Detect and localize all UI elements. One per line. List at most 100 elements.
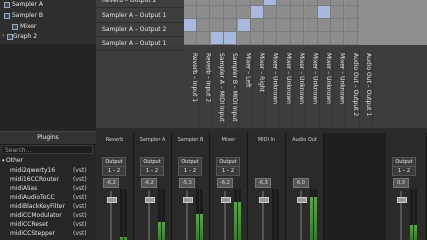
plugin-type: (vst): [73, 194, 87, 201]
tree-item-mixer[interactable]: Mixer: [12, 23, 36, 30]
plugin-item[interactable]: midi16CCRouter (vst): [0, 176, 96, 184]
channel-selector[interactable]: 1 – 2: [102, 166, 126, 176]
matrix-cell[interactable]: [304, 6, 318, 19]
tree-item-sampler-b[interactable]: Sampler B: [4, 12, 43, 19]
volume-fader[interactable]: [259, 191, 269, 240]
collapse-arrow-icon[interactable]: ▾: [2, 157, 5, 165]
matrix-cell[interactable]: [318, 32, 331, 45]
volume-fader[interactable]: [297, 191, 307, 240]
matrix-cell[interactable]: [251, 19, 264, 32]
fader-knob[interactable]: [183, 197, 193, 203]
fader-knob[interactable]: [397, 197, 407, 203]
plugin-item[interactable]: midiBlackKeyFilter (vst): [0, 203, 96, 211]
volume-fader[interactable]: [221, 191, 231, 240]
matrix-cell[interactable]: [264, 6, 278, 19]
matrix-cell[interactable]: [277, 32, 291, 45]
volume-fader[interactable]: [145, 191, 155, 240]
matrix-row-label: Sampler A – Output 1: [96, 37, 184, 51]
plugin-item[interactable]: midiCCReset (vst): [0, 221, 96, 229]
matrix-cell[interactable]: [184, 6, 197, 19]
level-meter: [120, 189, 123, 240]
matrix-cell[interactable]: [184, 32, 197, 45]
expand-arrow-icon[interactable]: ›: [2, 32, 4, 39]
matrix-cell[interactable]: [318, 6, 331, 19]
matrix-cell[interactable]: [331, 6, 345, 19]
matrix-cell[interactable]: [304, 32, 318, 45]
gain-value[interactable]: -5.3: [179, 178, 195, 188]
matrix-cell[interactable]: [237, 6, 251, 19]
channel-selector[interactable]: 1 – 2: [178, 166, 202, 176]
matrix-cell[interactable]: [264, 32, 278, 45]
matrix-cell[interactable]: [318, 19, 331, 32]
matrix-cell[interactable]: [251, 32, 264, 45]
matrix-cell[interactable]: [197, 32, 211, 45]
volume-fader[interactable]: [107, 191, 117, 240]
plugin-item[interactable]: midiCCModulator (vst): [0, 212, 96, 220]
matrix-cell[interactable]: [197, 19, 211, 32]
channel-selector[interactable]: 1 – 2: [392, 166, 416, 176]
matrix-cell[interactable]: [331, 19, 345, 32]
matrix-cell[interactable]: [291, 19, 305, 32]
plugin-name: midiCCModulator: [10, 212, 62, 219]
matrix-cell[interactable]: [210, 6, 224, 19]
plugin-item[interactable]: midi2qwerty16 (vst): [0, 167, 96, 175]
matrix-cell[interactable]: [291, 32, 305, 45]
plugin-item[interactable]: midiAlias (vst): [0, 185, 96, 193]
fader-knob[interactable]: [297, 197, 307, 203]
matrix-cell[interactable]: [237, 19, 251, 32]
matrix-cell[interactable]: [331, 32, 345, 45]
level-meter-fill: [310, 197, 313, 240]
category-label: Other: [6, 157, 24, 164]
matrix-cell[interactable]: [197, 6, 211, 19]
level-meter-fill: [414, 225, 417, 240]
gain-value[interactable]: -6.2: [217, 178, 233, 188]
plugin-list: ▾ Other midi2qwerty16 (vst) midi16CCRoute…: [0, 157, 96, 240]
matrix-cell[interactable]: [224, 32, 238, 45]
matrix-cell[interactable]: [304, 19, 318, 32]
channel-selector[interactable]: 1 – 2: [140, 166, 164, 176]
channel-selector[interactable]: 1 – 2: [216, 166, 240, 176]
matrix-cell[interactable]: [237, 32, 251, 45]
level-meter: [272, 189, 275, 240]
strip-name: Mixer: [221, 137, 236, 143]
matrix-cell[interactable]: [344, 32, 358, 45]
plugin-search-input[interactable]: Search...: [1, 145, 93, 154]
matrix-cell[interactable]: [224, 6, 238, 19]
gain-value[interactable]: 6.0: [293, 178, 309, 188]
matrix-cell[interactable]: [344, 19, 358, 32]
fader-knob[interactable]: [259, 197, 269, 203]
fader-knob[interactable]: [145, 197, 155, 203]
plugin-category-other[interactable]: ▾ Other: [0, 157, 96, 165]
matrix-cell[interactable]: [264, 19, 278, 32]
matrix-column-label: Mixer – Unknown: [266, 51, 280, 131]
matrix-cell[interactable]: [277, 6, 291, 19]
volume-fader[interactable]: [397, 191, 407, 240]
tree-item-graph-2[interactable]: › Graph 2: [2, 32, 37, 40]
plugin-name: midi2qwerty16: [10, 167, 56, 174]
plugin-name: midiCCStepper: [10, 230, 55, 237]
matrix-cell[interactable]: [224, 19, 238, 32]
gain-value[interactable]: -6.2: [103, 178, 119, 188]
matrix-cell[interactable]: [277, 19, 291, 32]
plugin-type: (vst): [73, 167, 87, 174]
tree-item-sampler-a[interactable]: Sampler A: [4, 1, 43, 8]
plugin-type: (vst): [73, 185, 87, 192]
tree-item-label: Sampler B: [12, 12, 43, 19]
matrix-cell[interactable]: [344, 6, 358, 19]
fader-knob[interactable]: [221, 197, 231, 203]
gain-value[interactable]: 0.3: [393, 178, 409, 188]
volume-fader[interactable]: [183, 191, 193, 240]
matrix-cell[interactable]: [251, 6, 264, 19]
gain-value[interactable]: -6.2: [141, 178, 157, 188]
plugin-item[interactable]: midiAudioToCC (vst): [0, 194, 96, 202]
fader-knob[interactable]: [107, 197, 117, 203]
matrix-cell[interactable]: [210, 19, 224, 32]
matrix-cell[interactable]: [210, 32, 224, 45]
gain-value[interactable]: -6.3: [255, 178, 271, 188]
plugin-name: midiCCReset: [10, 221, 49, 228]
plugin-type: (vst): [73, 230, 87, 237]
plugin-item[interactable]: midiCCStepper (vst): [0, 230, 96, 238]
level-meter: [310, 189, 313, 240]
matrix-cell[interactable]: [184, 19, 197, 32]
matrix-cell[interactable]: [291, 6, 305, 19]
